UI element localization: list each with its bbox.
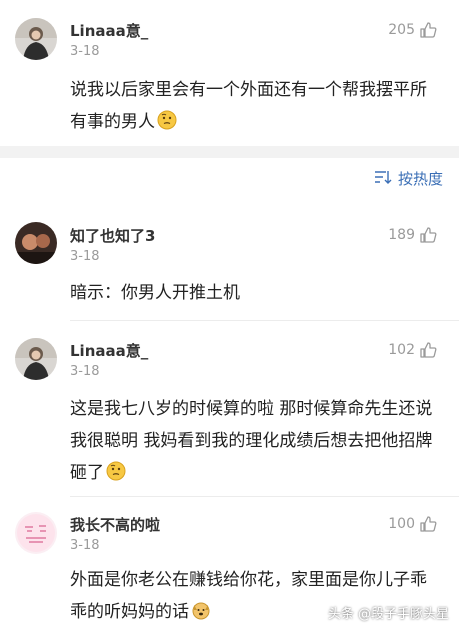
comment-date: 3-18 [70,364,100,379]
like-count: 102 [388,342,415,358]
username[interactable]: Linaaa意_ [70,340,148,361]
divider [70,496,459,497]
avatar[interactable] [15,512,57,554]
like-button[interactable]: 189 [388,226,437,244]
thumbs-up-icon [419,341,437,359]
dog-face-icon [191,599,211,620]
like-count: 205 [388,22,415,38]
sort-by-hot-button[interactable]: 按热度 [374,168,443,189]
thumbs-up-icon [419,21,437,39]
comment-text: 说我以后家里会有一个外面还有一个帮我摆平所有事的男人 [70,80,427,132]
like-count: 100 [388,516,415,532]
comment-date: 3-18 [70,538,100,553]
username[interactable]: 知了也知了3 [70,225,155,246]
like-button[interactable]: 102 [388,341,437,359]
thinking-face-icon [157,109,177,130]
thumbs-up-icon [419,226,437,244]
sort-label: 按热度 [397,170,443,188]
watermark: 头条 @段子手豚头星 [327,607,449,622]
comment-date: 3-18 [70,44,100,59]
avatar[interactable] [15,338,57,380]
comment-text: 这是我七八岁的时候算的啦 那时候算命先生还说我很聪明 我妈看到我的理化成绩后想去… [70,399,433,483]
avatar[interactable] [15,18,57,60]
like-button[interactable]: 100 [388,515,437,533]
divider [70,320,459,321]
section-separator [0,146,459,158]
comment-date: 3-18 [70,249,100,264]
username[interactable]: Linaaa意_ [70,20,148,41]
avatar[interactable] [15,222,57,264]
like-button[interactable]: 205 [388,21,437,39]
thinking-face-icon [106,460,126,481]
sort-icon [374,170,392,188]
like-count: 189 [388,227,415,243]
thumbs-up-icon [419,515,437,533]
comment-text: 暗示：你男人开推土机 [70,283,240,303]
username[interactable]: 我长不高的啦 [70,514,160,535]
